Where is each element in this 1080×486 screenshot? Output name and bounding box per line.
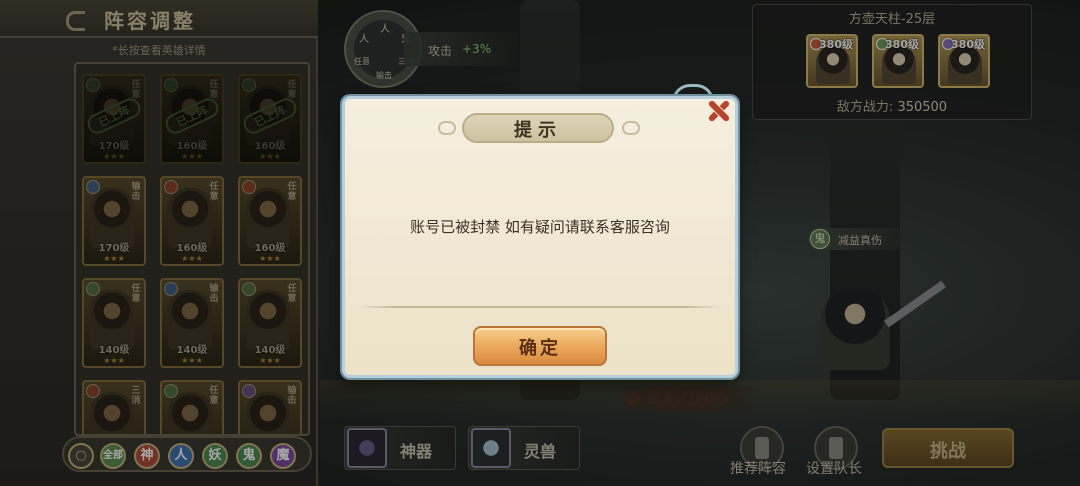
confirm-button-label: 确定 [519, 338, 561, 359]
dialog-message: 账号已被封禁 如有疑问请联系客服咨询 [410, 218, 670, 236]
close-icon[interactable] [704, 98, 732, 124]
dialog-title: 提示 [514, 120, 562, 141]
title-banner-decoration [622, 121, 640, 135]
dialog-divider [358, 306, 722, 308]
title-banner-decoration [438, 121, 456, 135]
